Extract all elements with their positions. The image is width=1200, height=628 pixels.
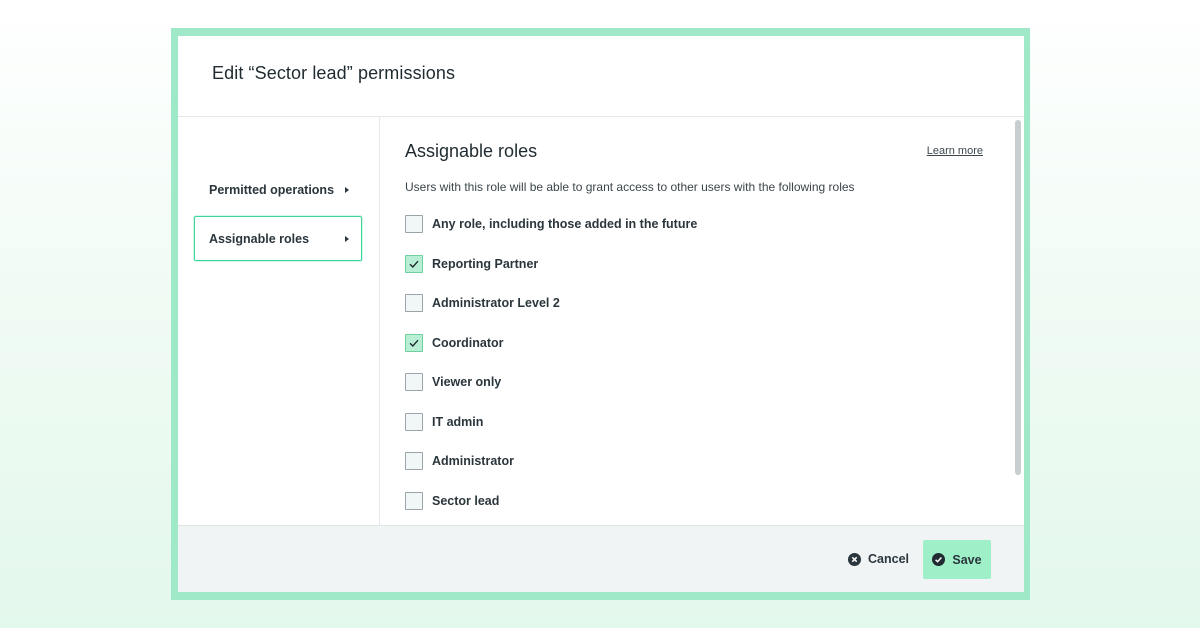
- dialog-title: Edit “Sector lead” permissions: [212, 63, 456, 83]
- sidebar-nav: Permitted operations Assignable roles: [178, 117, 380, 525]
- role-checkbox-administrator[interactable]: Administrator: [405, 451, 805, 471]
- assignable-roles-panel: Assignable roles Learn more Users with t…: [381, 117, 1011, 525]
- caret-right-icon: [345, 186, 349, 193]
- checkbox[interactable]: [405, 491, 423, 510]
- role-label: IT admin: [432, 414, 484, 429]
- checkbox[interactable]: [405, 452, 423, 470]
- check-circle-icon: [932, 553, 946, 566]
- checkbox[interactable]: [405, 333, 423, 352]
- dialog-header: Edit “Sector lead” permissions: [178, 36, 1024, 117]
- role-label: Any role, including those added in the f…: [432, 217, 698, 231]
- role-checkbox-administrator-level-2[interactable]: Administrator Level 2: [405, 293, 805, 313]
- role-checkbox-any-role[interactable]: Any role, including those added in the f…: [405, 214, 805, 234]
- checkbox[interactable]: [405, 294, 423, 312]
- role-label: Administrator Level 2: [432, 296, 560, 310]
- role-checkbox-it-admin[interactable]: IT admin: [405, 412, 805, 432]
- role-label: Reporting Partner: [432, 256, 539, 271]
- caret-right-icon: [345, 235, 349, 242]
- role-checkbox-viewer-only[interactable]: Viewer only: [405, 372, 805, 392]
- role-checkbox-reporting-partner[interactable]: Reporting Partner: [405, 254, 805, 274]
- checkbox[interactable]: [405, 412, 423, 431]
- close-circle-icon: [848, 552, 861, 566]
- checkbox[interactable]: [405, 373, 423, 391]
- role-checkbox-coordinator[interactable]: Coordinator: [405, 333, 805, 353]
- scrollbar-thumb[interactable]: [1015, 120, 1021, 475]
- check-icon: [409, 339, 419, 347]
- check-icon: [409, 260, 419, 268]
- checkbox[interactable]: [405, 254, 423, 273]
- dialog-footer: Cancel Save: [178, 525, 1024, 592]
- sidebar-item-assignable-roles[interactable]: Assignable roles: [194, 216, 362, 261]
- role-checkbox-sector-lead[interactable]: Sector lead: [405, 491, 805, 511]
- permissions-dialog: Edit “Sector lead” permissions Permitted…: [178, 36, 1024, 592]
- section-title: Assignable roles: [405, 141, 538, 161]
- role-label: Sector lead: [432, 493, 500, 508]
- sidebar-item-label: Assignable roles: [209, 231, 310, 246]
- role-label: Administrator: [432, 454, 514, 468]
- role-label: Viewer only: [432, 375, 502, 389]
- sidebar-item-label: Permitted operations: [209, 182, 335, 197]
- save-button-label: Save: [952, 552, 982, 567]
- role-label: Coordinator: [432, 335, 504, 350]
- cancel-button-label: Cancel: [868, 552, 909, 566]
- save-button[interactable]: Save: [923, 540, 991, 579]
- learn-more-link[interactable]: Learn more: [927, 145, 983, 157]
- sidebar-item-permitted-operations[interactable]: Permitted operations: [194, 167, 362, 212]
- cancel-button[interactable]: Cancel: [848, 548, 909, 570]
- section-description: Users with this role will be able to gra…: [405, 180, 855, 194]
- checkbox[interactable]: [405, 215, 423, 233]
